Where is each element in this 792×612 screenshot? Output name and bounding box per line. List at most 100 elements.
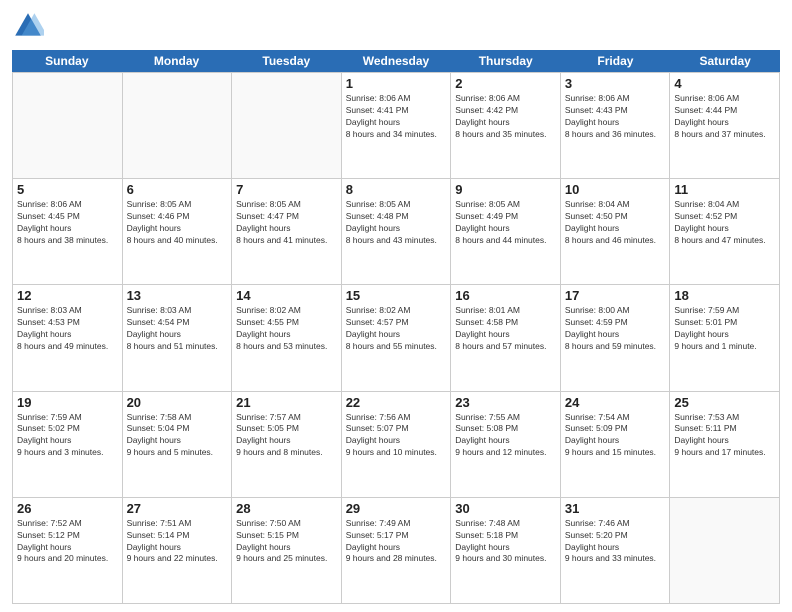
day-cell-28: 28Sunrise: 7:50 AMSunset: 5:15 PMDayligh… [232, 498, 342, 604]
day-info: Sunrise: 8:05 AMSunset: 4:49 PMDaylight … [455, 199, 556, 247]
day-cell-22: 22 Sunrise: 7:56 AMSunset: 5:07 PMDayligh… [342, 392, 452, 498]
day-cell-7: 7 Sunrise: 8:05 AMSunset: 4:47 PMDaylight… [232, 179, 342, 285]
day-info: Sunrise: 8:04 AMSunset: 4:50 PMDaylight … [565, 199, 666, 247]
day-cell-25: 25 Sunrise: 7:53 AMSunset: 5:11 PMDayligh… [670, 392, 780, 498]
day-cell-20: 20 Sunrise: 7:58 AMSunset: 5:04 PMDayligh… [123, 392, 233, 498]
empty-cell [123, 73, 233, 179]
day-cell-21: 21 Sunrise: 7:57 AMSunset: 5:05 PMDayligh… [232, 392, 342, 498]
day-info: Sunrise: 8:06 AMSunset: 4:43 PMDaylight … [565, 93, 666, 141]
day-number: 13 [127, 288, 228, 303]
calendar-header: SundayMondayTuesdayWednesdayThursdayFrid… [12, 50, 780, 72]
weekday-header-thursday: Thursday [451, 50, 561, 72]
day-cell-5: 5 Sunrise: 8:06 AMSunset: 4:45 PMDaylight… [13, 179, 123, 285]
calendar-body: 1 Sunrise: 8:06 AMSunset: 4:41 PMDaylight… [12, 72, 780, 604]
day-cell-14: 14Sunrise: 8:02 AMSunset: 4:55 PMDayligh… [232, 285, 342, 391]
weekday-header-saturday: Saturday [670, 50, 780, 72]
day-number: 6 [127, 182, 228, 197]
day-info: Sunrise: 8:03 AMSunset: 4:53 PMDaylight … [17, 305, 118, 353]
week-row-2: 12 Sunrise: 8:03 AMSunset: 4:53 PMDayligh… [13, 285, 780, 391]
day-number: 26 [17, 501, 118, 516]
day-info: Sunrise: 7:52 AMSunset: 5:12 PMDaylight … [17, 518, 118, 566]
day-number: 15 [346, 288, 447, 303]
day-number: 28 [236, 501, 337, 516]
day-cell-26: 26 Sunrise: 7:52 AMSunset: 5:12 PMDayligh… [13, 498, 123, 604]
day-cell-13: 13 Sunrise: 8:03 AMSunset: 4:54 PMDayligh… [123, 285, 233, 391]
day-cell-18: 18Sunrise: 7:59 AMSunset: 5:01 PMDayligh… [670, 285, 780, 391]
day-cell-27: 27 Sunrise: 7:51 AMSunset: 5:14 PMDayligh… [123, 498, 233, 604]
day-info: Sunrise: 7:48 AMSunset: 5:18 PMDaylight … [455, 518, 556, 566]
day-number: 5 [17, 182, 118, 197]
day-number: 8 [346, 182, 447, 197]
weekday-header-tuesday: Tuesday [231, 50, 341, 72]
day-info: Sunrise: 8:03 AMSunset: 4:54 PMDaylight … [127, 305, 228, 353]
day-cell-16: 16 Sunrise: 8:01 AMSunset: 4:58 PMDayligh… [451, 285, 561, 391]
day-info: Sunrise: 7:53 AMSunset: 5:11 PMDaylight … [674, 412, 775, 460]
day-info: Sunrise: 7:57 AMSunset: 5:05 PMDaylight … [236, 412, 337, 460]
calendar: SundayMondayTuesdayWednesdayThursdayFrid… [12, 50, 780, 604]
day-cell-4: 4Sunrise: 8:06 AMSunset: 4:44 PMDaylight… [670, 73, 780, 179]
empty-cell [13, 73, 123, 179]
day-number: 14 [236, 288, 337, 303]
day-cell-8: 8 Sunrise: 8:05 AMSunset: 4:48 PMDaylight… [342, 179, 452, 285]
day-cell-11: 11 Sunrise: 8:04 AMSunset: 4:52 PMDayligh… [670, 179, 780, 285]
page: SundayMondayTuesdayWednesdayThursdayFrid… [0, 0, 792, 612]
day-number: 1 [346, 76, 447, 91]
empty-cell [232, 73, 342, 179]
day-info: Sunrise: 7:51 AMSunset: 5:14 PMDaylight … [127, 518, 228, 566]
empty-cell [670, 498, 780, 604]
day-info: Sunrise: 8:02 AMSunset: 4:57 PMDaylight … [346, 305, 447, 353]
day-number: 7 [236, 182, 337, 197]
day-cell-12: 12 Sunrise: 8:03 AMSunset: 4:53 PMDayligh… [13, 285, 123, 391]
day-number: 21 [236, 395, 337, 410]
day-info: Sunrise: 8:06 AMSunset: 4:45 PMDaylight … [17, 199, 118, 247]
week-row-4: 26 Sunrise: 7:52 AMSunset: 5:12 PMDayligh… [13, 498, 780, 604]
day-info: Sunrise: 8:05 AMSunset: 4:47 PMDaylight … [236, 199, 337, 247]
day-info: Sunrise: 8:00 AMSunset: 4:59 PMDaylight … [565, 305, 666, 353]
day-info: Sunrise: 8:01 AMSunset: 4:58 PMDaylight … [455, 305, 556, 353]
day-number: 20 [127, 395, 228, 410]
day-number: 19 [17, 395, 118, 410]
day-number: 22 [346, 395, 447, 410]
day-number: 27 [127, 501, 228, 516]
day-cell-9: 9 Sunrise: 8:05 AMSunset: 4:49 PMDaylight… [451, 179, 561, 285]
week-row-3: 19 Sunrise: 7:59 AMSunset: 5:02 PMDayligh… [13, 392, 780, 498]
day-number: 24 [565, 395, 666, 410]
day-number: 2 [455, 76, 556, 91]
day-cell-19: 19 Sunrise: 7:59 AMSunset: 5:02 PMDayligh… [13, 392, 123, 498]
day-cell-2: 2 Sunrise: 8:06 AMSunset: 4:42 PMDaylight… [451, 73, 561, 179]
day-number: 30 [455, 501, 556, 516]
day-number: 10 [565, 182, 666, 197]
day-cell-15: 15 Sunrise: 8:02 AMSunset: 4:57 PMDayligh… [342, 285, 452, 391]
day-info: Sunrise: 8:06 AMSunset: 4:42 PMDaylight … [455, 93, 556, 141]
day-info: Sunrise: 7:46 AMSunset: 5:20 PMDaylight … [565, 518, 666, 566]
day-number: 12 [17, 288, 118, 303]
day-number: 25 [674, 395, 775, 410]
day-info: Sunrise: 7:59 AMSunset: 5:02 PMDaylight … [17, 412, 118, 460]
day-number: 11 [674, 182, 775, 197]
day-cell-17: 17Sunrise: 8:00 AMSunset: 4:59 PMDayligh… [561, 285, 671, 391]
day-number: 16 [455, 288, 556, 303]
logo-icon [12, 10, 44, 42]
day-number: 29 [346, 501, 447, 516]
week-row-0: 1 Sunrise: 8:06 AMSunset: 4:41 PMDaylight… [13, 73, 780, 179]
day-cell-10: 10 Sunrise: 8:04 AMSunset: 4:50 PMDayligh… [561, 179, 671, 285]
weekday-header-friday: Friday [561, 50, 671, 72]
day-cell-1: 1 Sunrise: 8:06 AMSunset: 4:41 PMDaylight… [342, 73, 452, 179]
day-info: Sunrise: 8:06 AMSunset: 4:41 PMDaylight … [346, 93, 447, 141]
day-info: Sunrise: 7:54 AMSunset: 5:09 PMDaylight … [565, 412, 666, 460]
day-info: Sunrise: 7:56 AMSunset: 5:07 PMDaylight … [346, 412, 447, 460]
header [12, 10, 780, 42]
day-number: 3 [565, 76, 666, 91]
logo [12, 10, 48, 42]
day-info: Sunrise: 8:04 AMSunset: 4:52 PMDaylight … [674, 199, 775, 247]
day-cell-30: 30 Sunrise: 7:48 AMSunset: 5:18 PMDayligh… [451, 498, 561, 604]
day-cell-24: 24 Sunrise: 7:54 AMSunset: 5:09 PMDayligh… [561, 392, 671, 498]
day-info: Sunrise: 7:58 AMSunset: 5:04 PMDaylight … [127, 412, 228, 460]
day-number: 31 [565, 501, 666, 516]
day-cell-6: 6Sunrise: 8:05 AMSunset: 4:46 PMDaylight… [123, 179, 233, 285]
day-info: Sunrise: 8:05 AMSunset: 4:48 PMDaylight … [346, 199, 447, 247]
day-number: 9 [455, 182, 556, 197]
day-cell-29: 29Sunrise: 7:49 AMSunset: 5:17 PMDayligh… [342, 498, 452, 604]
day-cell-23: 23Sunrise: 7:55 AMSunset: 5:08 PMDayligh… [451, 392, 561, 498]
day-info: Sunrise: 8:06 AMSunset: 4:44 PMDaylight … [674, 93, 775, 141]
